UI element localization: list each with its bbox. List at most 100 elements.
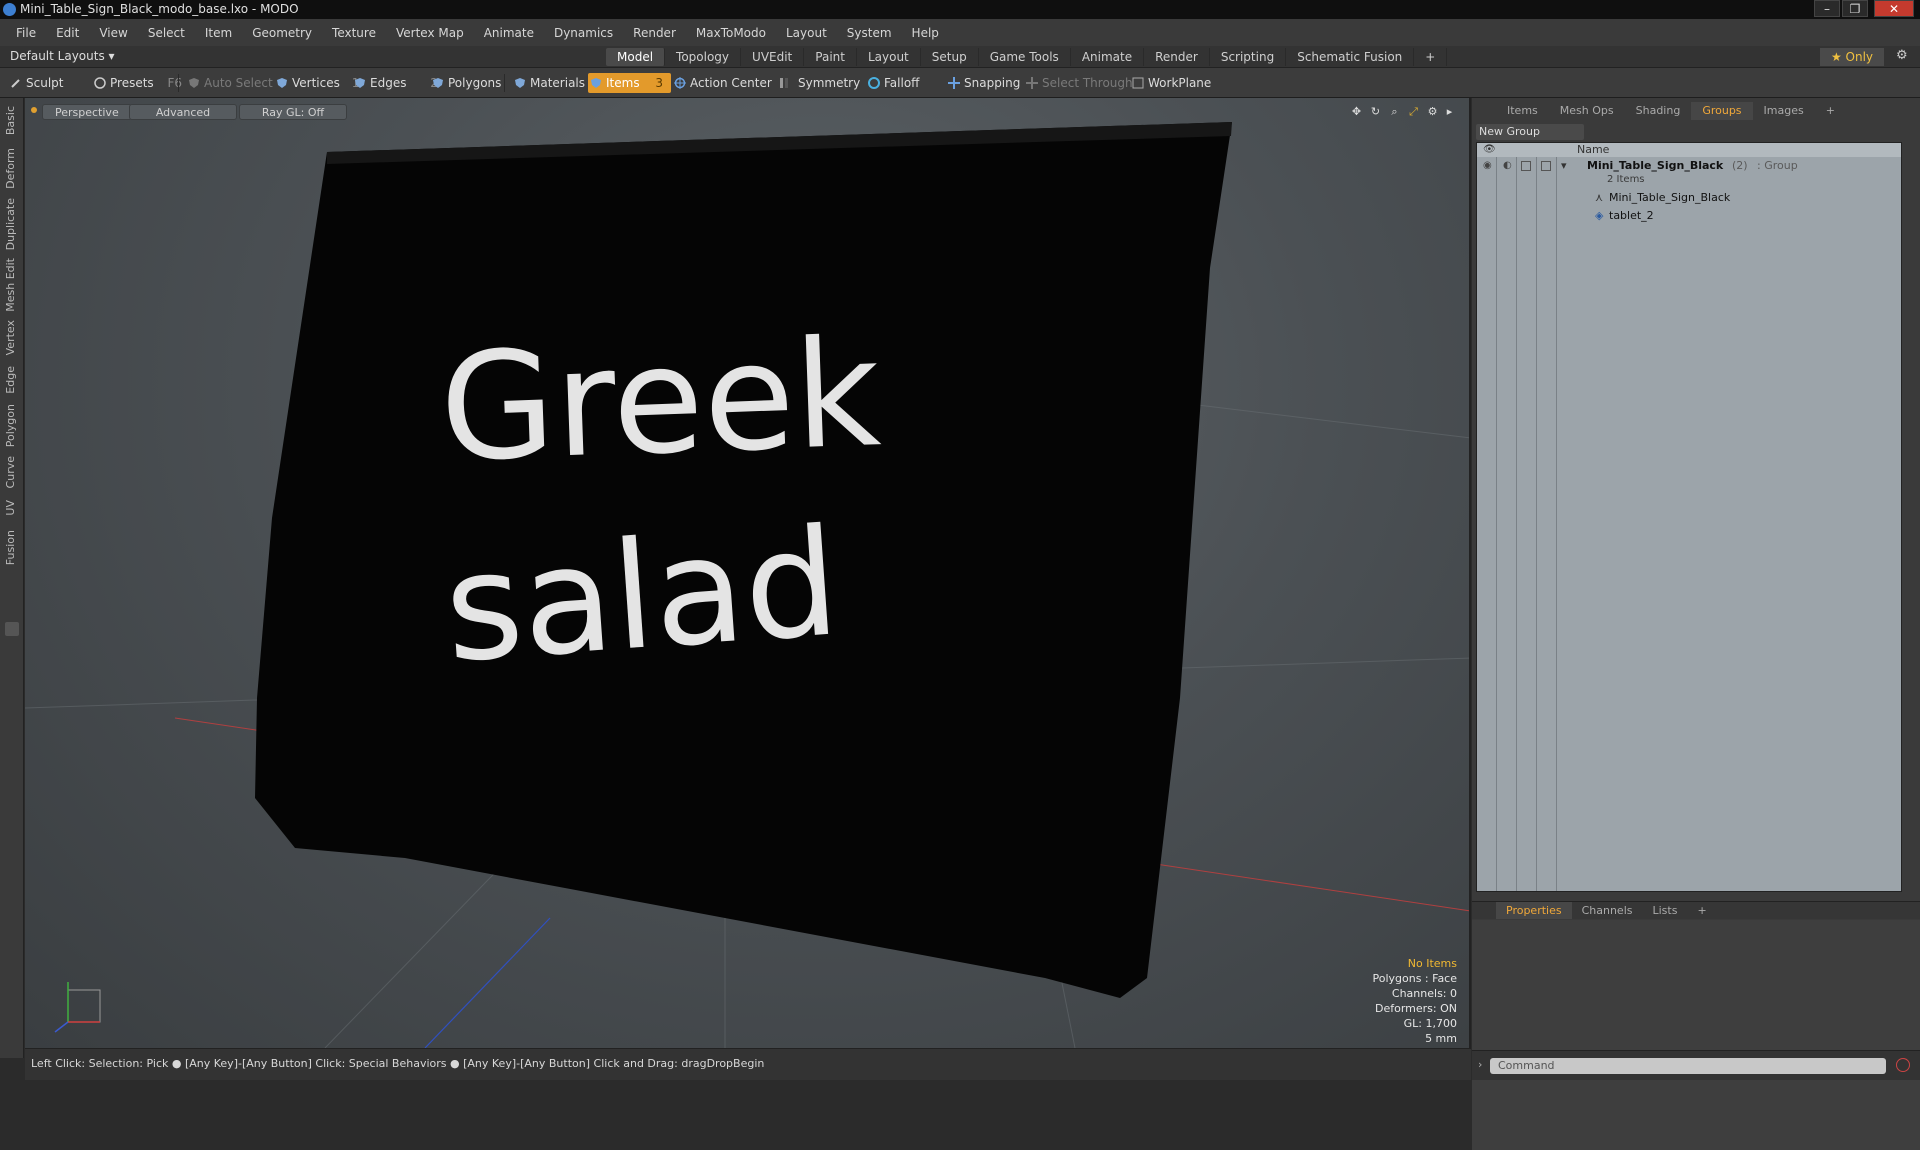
viewport-settings-icon[interactable]: ⚙: [1426, 105, 1439, 118]
workplane-button[interactable]: WorkPlane: [1130, 73, 1211, 93]
tab-edge[interactable]: Edge: [4, 366, 17, 394]
maximize-button[interactable]: ❐: [1842, 0, 1868, 17]
sign-text-line2: salad: [439, 496, 844, 695]
tab-scripting[interactable]: Scripting: [1210, 48, 1287, 66]
tab-mesh-ops[interactable]: Mesh Ops: [1549, 102, 1625, 120]
select-checkbox[interactable]: [1541, 161, 1551, 171]
tab-groups[interactable]: Groups: [1691, 102, 1753, 120]
select-through-button[interactable]: Select Through: [1024, 73, 1133, 93]
view-mode-button[interactable]: Perspective: [42, 104, 132, 120]
menu-layout[interactable]: Layout: [776, 26, 837, 40]
tab-curve[interactable]: Curve: [4, 456, 17, 488]
tab-mesh-edit[interactable]: Mesh Edit: [4, 258, 17, 312]
add-props-tab-button[interactable]: +: [1687, 902, 1716, 919]
tab-deform[interactable]: Deform: [4, 148, 17, 189]
tab-model[interactable]: Model: [606, 48, 666, 66]
tab-basic[interactable]: Basic: [4, 106, 17, 135]
falloff-button[interactable]: Falloff: [866, 73, 919, 93]
tab-topology[interactable]: Topology: [665, 48, 742, 66]
menu-file[interactable]: File: [6, 26, 46, 40]
menu-render[interactable]: Render: [623, 26, 686, 40]
axis-gizmo: [54, 982, 101, 1033]
presets-shortcut: F6: [167, 76, 183, 90]
rotate-icon[interactable]: ↻: [1369, 105, 1382, 118]
shading-mode-button[interactable]: Advanced: [129, 104, 237, 120]
tab-fusion[interactable]: Fusion: [4, 530, 17, 565]
tab-images[interactable]: Images: [1753, 102, 1815, 120]
polygons-button[interactable]: Polygons: [430, 73, 501, 93]
3d-viewport[interactable]: Greek salad Perspective Advanced Ray GL:…: [25, 98, 1471, 1048]
lock-checkbox[interactable]: [1521, 161, 1531, 171]
menu-help[interactable]: Help: [902, 26, 949, 40]
tab-uvedit[interactable]: UVEdit: [741, 48, 805, 66]
tab-uv[interactable]: UV: [4, 500, 17, 516]
tab-vertex[interactable]: Vertex: [4, 320, 17, 355]
tab-duplicate[interactable]: Duplicate: [4, 198, 17, 250]
close-button[interactable]: ✕: [1874, 0, 1914, 17]
tab-schematic-fusion[interactable]: Schematic Fusion: [1286, 48, 1415, 66]
menu-item[interactable]: Item: [195, 26, 242, 40]
select-column: [1537, 143, 1557, 891]
tab-properties[interactable]: Properties: [1496, 902, 1572, 919]
menu-vertex-map[interactable]: Vertex Map: [386, 26, 474, 40]
only-toggle[interactable]: ★ Only: [1820, 48, 1884, 66]
zoom-icon[interactable]: ⌕: [1388, 105, 1401, 118]
layout-selector[interactable]: Default Layouts ▾: [10, 49, 115, 63]
menu-dynamics[interactable]: Dynamics: [544, 26, 623, 40]
tab-setup[interactable]: Setup: [921, 48, 979, 66]
add-tab-button[interactable]: +: [1414, 48, 1448, 66]
edges-button[interactable]: Edges 2: [352, 73, 438, 93]
tab-items[interactable]: Items: [1496, 102, 1549, 120]
tab-layout[interactable]: Layout: [857, 48, 921, 66]
new-group-button[interactable]: New Group: [1476, 124, 1584, 140]
viewport-header: Perspective Advanced Ray GL: Off ✥ ↻ ⌕ ⤢…: [25, 98, 1469, 120]
tab-polygon[interactable]: Polygon: [4, 404, 17, 447]
tab-channels[interactable]: Channels: [1572, 902, 1643, 919]
symmetry-icon: [780, 78, 788, 88]
menu-animate[interactable]: Animate: [474, 26, 544, 40]
list-item[interactable]: ⋏ Mini_Table_Sign_Black: [1477, 189, 1901, 207]
menu-maxtomodo[interactable]: MaxToModo: [686, 26, 776, 40]
viewport-expand-icon[interactable]: ▸: [1443, 105, 1456, 118]
raygl-toggle[interactable]: Ray GL: Off: [239, 104, 347, 120]
materials-button[interactable]: Materials: [512, 73, 585, 93]
menu-texture[interactable]: Texture: [322, 26, 386, 40]
symmetry-button[interactable]: Symmetry: [776, 73, 860, 93]
command-input[interactable]: Command: [1490, 1058, 1886, 1074]
menu-geometry[interactable]: Geometry: [242, 26, 322, 40]
child-item-name: tablet_2: [1609, 209, 1654, 222]
tab-lists[interactable]: Lists: [1643, 902, 1688, 919]
tab-paint[interactable]: Paint: [804, 48, 857, 66]
minimize-button[interactable]: –: [1814, 0, 1840, 17]
viewport-menu-icon[interactable]: [31, 107, 37, 113]
tab-game-tools[interactable]: Game Tools: [979, 48, 1071, 66]
menu-select[interactable]: Select: [138, 26, 195, 40]
command-prompt-icon: ›: [1478, 1058, 1483, 1071]
vertices-button[interactable]: Vertices 1: [274, 73, 359, 93]
menu-edit[interactable]: Edit: [46, 26, 89, 40]
sculpt-button[interactable]: Sculpt: [8, 73, 63, 93]
presets-button[interactable]: Presets F6: [92, 73, 182, 93]
auto-select-button[interactable]: Auto Select: [186, 73, 273, 93]
action-center-button[interactable]: Action Center: [672, 73, 772, 93]
tab-shading[interactable]: Shading: [1625, 102, 1692, 120]
record-icon[interactable]: [1896, 1058, 1910, 1072]
tab-render[interactable]: Render: [1144, 48, 1210, 66]
fit-icon[interactable]: ⤢: [1407, 105, 1420, 118]
pan-icon[interactable]: ✥: [1350, 105, 1363, 118]
snapping-button[interactable]: Snapping: [946, 73, 1020, 93]
add-panel-tab-button[interactable]: +: [1815, 102, 1846, 120]
select-through-icon: [1026, 77, 1038, 89]
gear-icon[interactable]: ⚙: [1896, 48, 1908, 63]
tab-animate[interactable]: Animate: [1071, 48, 1145, 66]
tab-expand-icon[interactable]: [5, 622, 19, 636]
items-count: 3: [655, 76, 664, 90]
visibility-column: [1477, 143, 1497, 891]
list-item[interactable]: ◈ tablet_2: [1477, 207, 1901, 225]
menu-view[interactable]: View: [89, 26, 137, 40]
menu-system[interactable]: System: [837, 26, 902, 40]
snapping-icon: [948, 77, 960, 89]
items-button[interactable]: Items 3: [588, 73, 672, 93]
name-column-header[interactable]: Name: [1577, 143, 1609, 157]
items-tab-row: Items Mesh Ops Shading Groups Images +: [1472, 102, 1920, 120]
